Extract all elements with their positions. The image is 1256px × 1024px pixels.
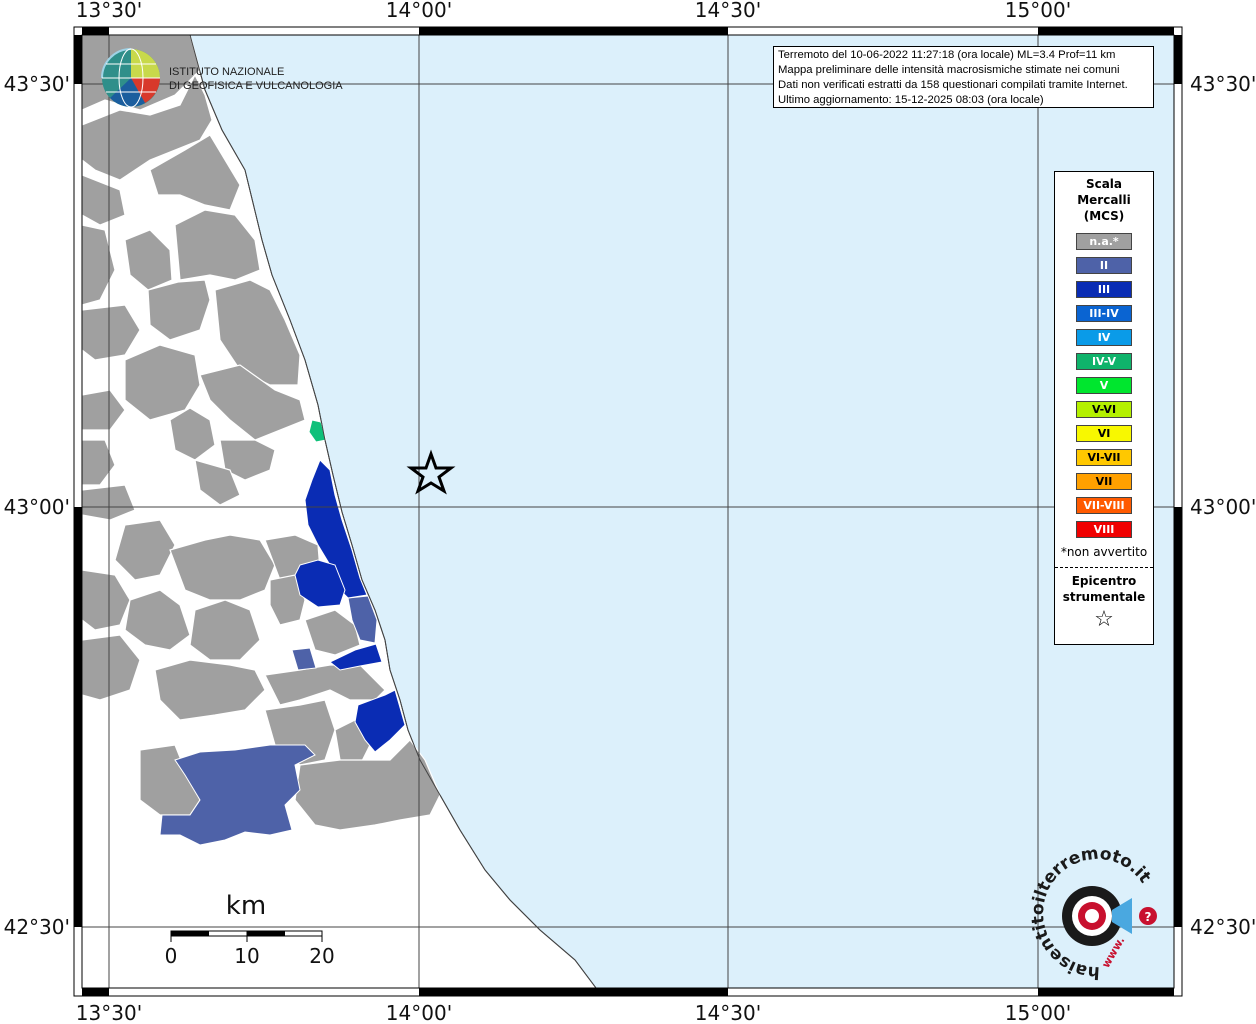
svg-text:?: ? <box>1145 910 1152 924</box>
legend-swatch: VII <box>1076 473 1132 490</box>
legend-swatch: IV <box>1076 329 1132 346</box>
legend-swatch: n.a.* <box>1076 233 1132 250</box>
lon-label-bottom-2: 14°00' <box>386 1001 452 1024</box>
scale-bar-tick-0: 0 <box>165 944 178 968</box>
legend-swatch: V <box>1076 377 1132 394</box>
scale-bar-unit: km <box>226 891 266 921</box>
ingv-logo-line2: DI GEOFISICA E VULCANOLOGIA <box>169 80 343 92</box>
scale-bar-tick-20: 20 <box>309 944 334 968</box>
legend-swatch: VI <box>1076 425 1132 442</box>
lon-label-top-1: 13°30' <box>76 0 142 22</box>
lat-label-right-3: 42°30' <box>1190 915 1256 939</box>
lon-label-bottom-1: 13°30' <box>76 1001 142 1024</box>
legend-epicenter-line1: Epicentro <box>1071 574 1137 588</box>
lon-label-bottom-4: 15°00' <box>1005 1001 1071 1024</box>
lon-label-bottom-3: 14°30' <box>695 1001 761 1024</box>
legend-swatch: II <box>1076 257 1132 274</box>
legend-swatch: V-VI <box>1076 401 1132 418</box>
legend-note: *non avvertito <box>1060 545 1148 559</box>
lon-label-top-2: 14°00' <box>386 0 452 22</box>
legend-swatch: VI-VII <box>1076 449 1132 466</box>
lon-label-top-3: 14°30' <box>695 0 761 22</box>
legend-epicenter-label: Epicentro strumentale <box>1055 573 1153 605</box>
legend-title-line1: Scala <box>1085 177 1123 191</box>
legend-swatch: VII-VIII <box>1076 497 1132 514</box>
legend-title-line2: Mercalli <box>1077 193 1131 207</box>
legend-swatch: III-IV <box>1076 305 1132 322</box>
ingv-logo-line1: ISTITUTO NAZIONALE <box>169 66 284 78</box>
legend-swatch: VIII <box>1076 521 1132 538</box>
info-line-event: Terremoto del 10-06-2022 11:27:18 (ora l… <box>778 49 1116 61</box>
legend-title: Scala Mercalli (MCS) <box>1055 176 1153 224</box>
mcs-legend: Scala Mercalli (MCS) n.a.* II III III-IV IV I… <box>1054 171 1154 645</box>
lat-label-left-1: 43°30' <box>4 72 70 96</box>
info-line-updated: Ultimo aggiornamento: 15-12-2025 08:03 (… <box>778 94 1044 106</box>
legend-title-line3: (MCS) <box>1083 209 1125 223</box>
legend-swatches: n.a.* II III III-IV IV IV-V V V-VI VI VI-VII VII VI… <box>1055 233 1153 538</box>
lat-label-right-2: 43°00' <box>1190 495 1256 519</box>
legend-swatch: IV-V <box>1076 353 1132 370</box>
lat-label-left-2: 43°00' <box>4 495 70 519</box>
lat-label-right-1: 43°30' <box>1190 72 1256 96</box>
legend-divider <box>1055 567 1153 568</box>
legend-swatch: III <box>1076 281 1132 298</box>
legend-epicenter-line2: strumentale <box>1062 590 1146 604</box>
legend-star-icon: ☆ <box>1094 607 1114 632</box>
scale-bar-tick-10: 10 <box>234 944 259 968</box>
lon-label-top-4: 15°00' <box>1005 0 1071 22</box>
info-line-data-source: Dati non verificati estratti da 158 ques… <box>778 79 1128 91</box>
lat-label-left-3: 42°30' <box>4 915 70 939</box>
info-line-description: Mappa preliminare delle intensità macros… <box>778 64 1120 76</box>
earthquake-info-box: Terremoto del 10-06-2022 11:27:18 (ora l… <box>773 46 1154 108</box>
